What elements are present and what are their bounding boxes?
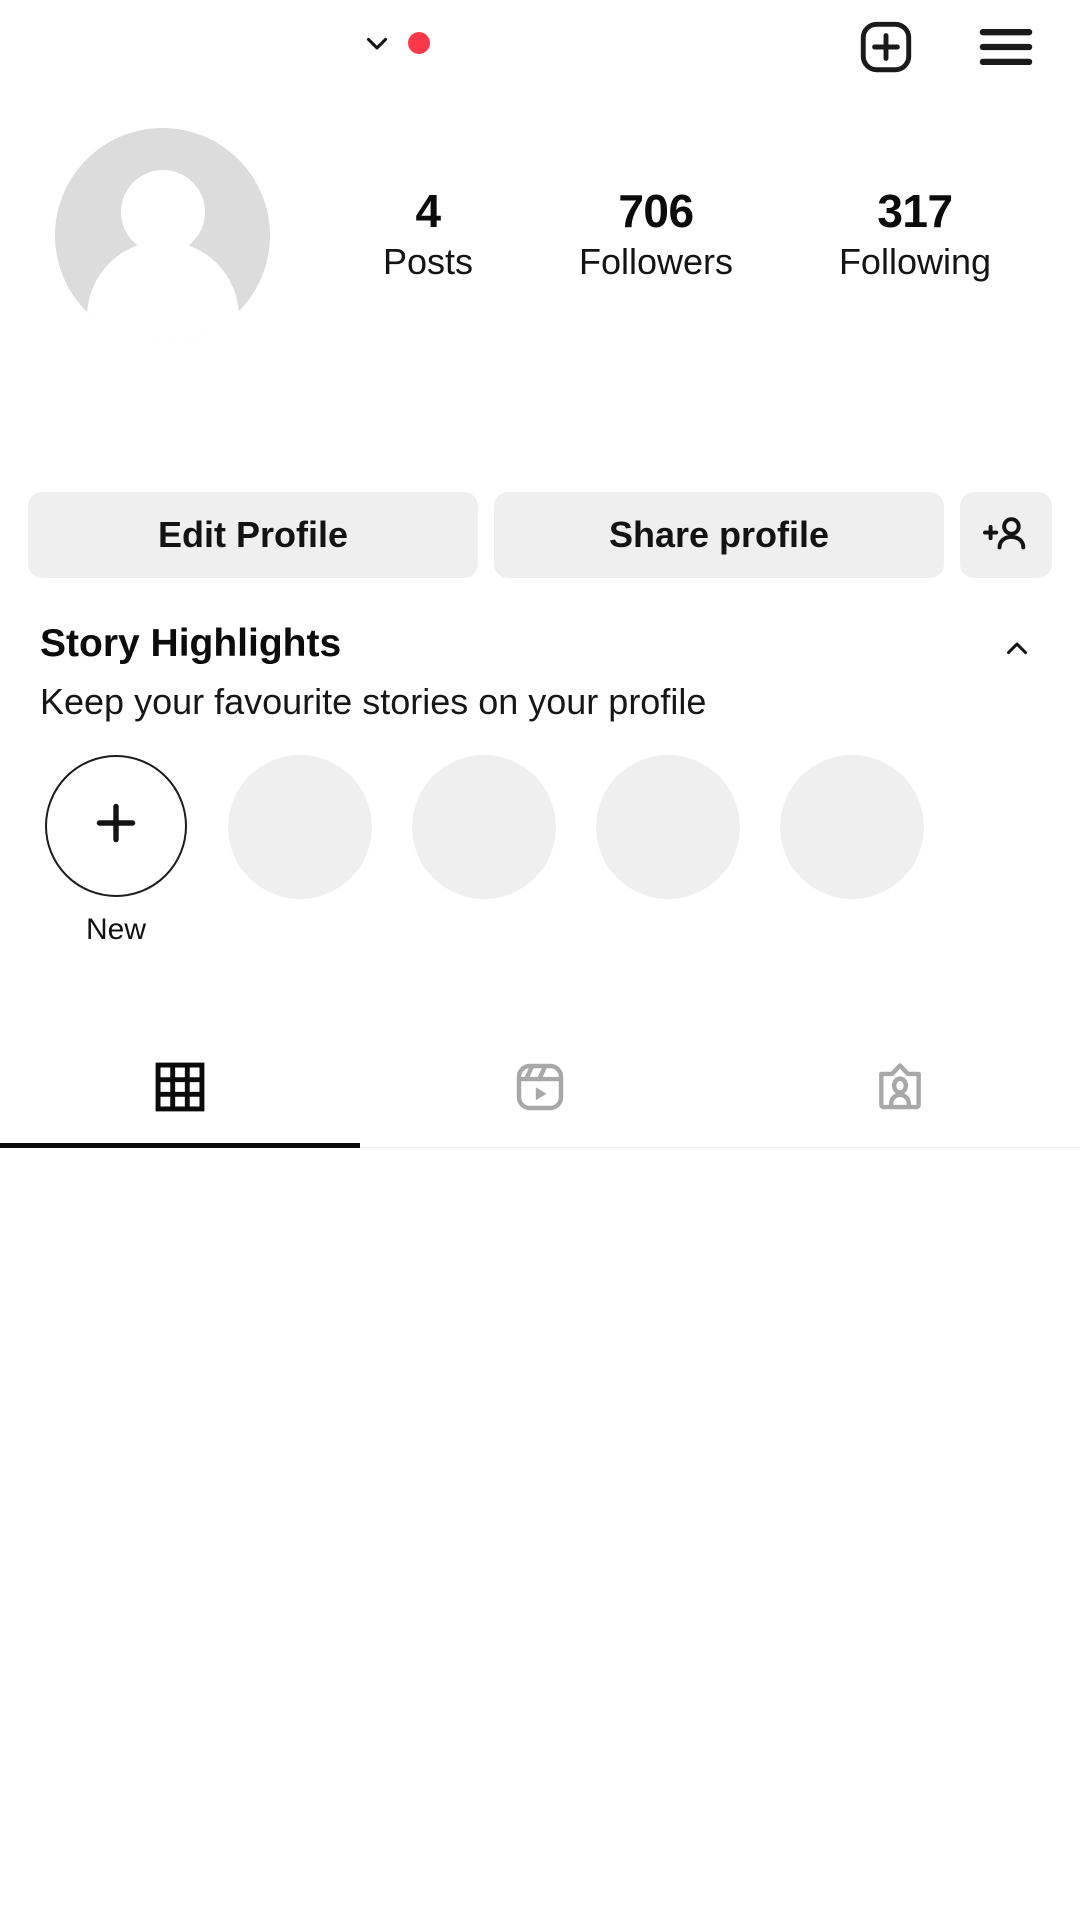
highlight-placeholder-item[interactable] [576, 754, 760, 899]
highlight-placeholder-item[interactable] [208, 754, 392, 899]
stat-label: Followers [578, 241, 733, 283]
stat-followers[interactable]: 706 Followers [579, 188, 733, 282]
stat-posts[interactable]: 4 Posts [383, 188, 473, 282]
highlight-new-label: New [85, 912, 146, 946]
tab-tagged[interactable] [720, 1030, 1080, 1147]
highlight-placeholder-item[interactable] [392, 754, 576, 899]
tab-reels[interactable] [360, 1030, 720, 1147]
stat-value: 4 [415, 185, 441, 238]
story-highlights-title: Story Highlights [40, 622, 342, 665]
grid-icon [152, 1059, 208, 1118]
story-highlights-text: Story Highlights Keep your favourite sto… [40, 620, 706, 725]
highlight-placeholder-circle[interactable] [412, 754, 556, 899]
chevron-down-icon[interactable] [360, 26, 394, 60]
edit-profile-button[interactable]: Edit Profile [28, 492, 478, 578]
instagram-profile-screen: 4 Posts 706 Followers 317 Following Edit… [0, 0, 1080, 1920]
highlight-placeholder-circle[interactable] [596, 754, 740, 899]
tab-grid[interactable] [0, 1030, 360, 1148]
profile-tabs [0, 1030, 1080, 1148]
story-highlights-header: Story Highlights Keep your favourite sto… [0, 620, 1080, 725]
chevron-up-icon [1000, 642, 1034, 669]
stat-following[interactable]: 317 Following [839, 188, 991, 282]
stat-label: Posts [382, 241, 474, 283]
highlight-placeholder-circle[interactable] [228, 754, 372, 899]
story-highlights-row: New [0, 754, 1080, 947]
highlight-placeholder-circle[interactable] [780, 754, 924, 899]
tagged-person-icon [872, 1059, 928, 1118]
stat-label: Following [838, 241, 992, 283]
highlight-new-item[interactable]: New [24, 754, 208, 947]
notification-dot [408, 32, 430, 54]
profile-summary-row: 4 Posts 706 Followers 317 Following [0, 127, 1080, 343]
highlight-placeholder-item[interactable] [760, 754, 944, 899]
reels-icon [512, 1059, 568, 1118]
plus-square-icon [855, 16, 917, 81]
story-highlights-subtitle: Keep your favourite stories on your prof… [40, 680, 707, 722]
add-person-icon [981, 509, 1031, 562]
username-block[interactable] [0, 0, 30, 96]
stat-value: 317 [877, 185, 953, 238]
profile-stats: 4 Posts 706 Followers 317 Following [270, 188, 1080, 282]
highlight-new-circle[interactable] [45, 754, 187, 897]
top-bar-actions [854, 0, 1080, 96]
account-switcher[interactable] [360, 26, 430, 60]
default-avatar-body [86, 240, 239, 343]
posts-grid-area [0, 1149, 1080, 1920]
top-bar [0, 0, 1080, 96]
story-highlights-section: Story Highlights Keep your favourite sto… [0, 620, 1080, 947]
share-profile-button[interactable]: Share profile [494, 492, 944, 578]
plus-icon [85, 792, 147, 859]
avatar-wrapper[interactable] [55, 127, 270, 343]
profile-action-buttons: Edit Profile Share profile [0, 492, 1080, 578]
avatar[interactable] [55, 127, 270, 343]
stat-value: 706 [618, 185, 694, 238]
menu-button[interactable] [974, 16, 1038, 80]
story-highlights-collapse-button[interactable] [990, 622, 1044, 679]
discover-people-button[interactable] [960, 492, 1052, 578]
hamburger-menu-icon [973, 14, 1039, 83]
new-post-button[interactable] [854, 16, 918, 80]
